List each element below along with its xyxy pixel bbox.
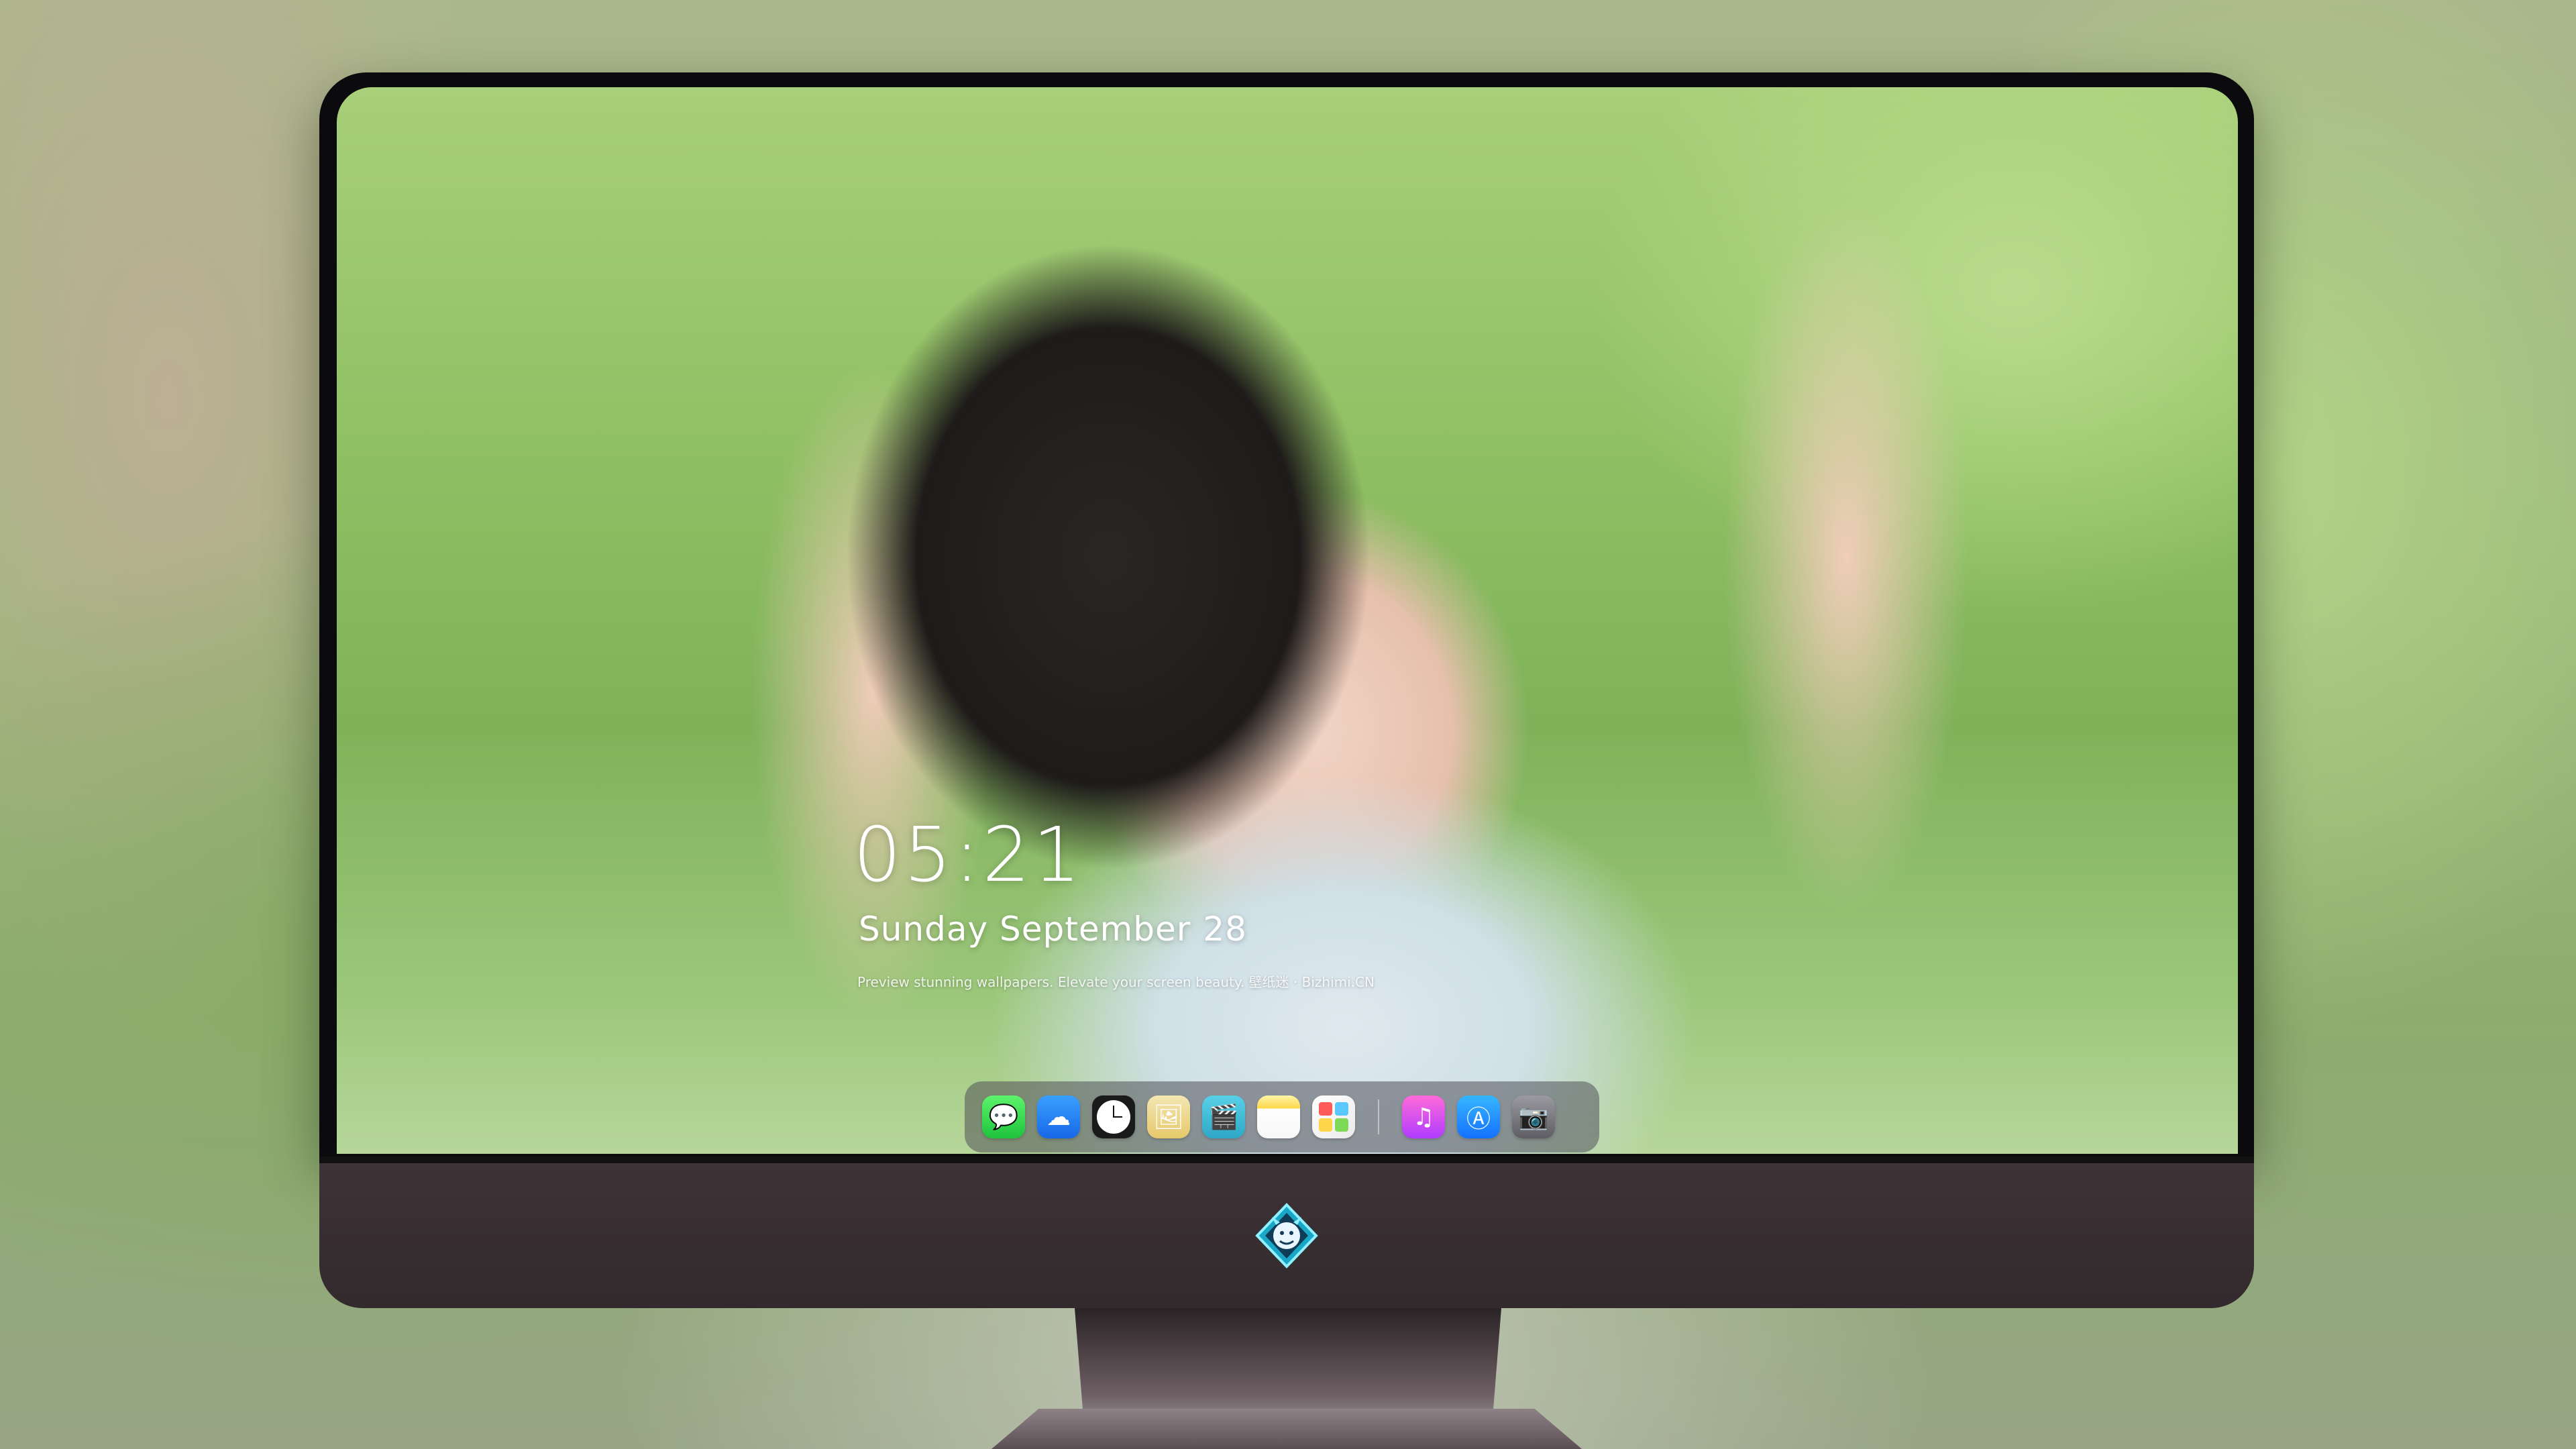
- clapperboard-icon[interactable]: 🎬: [1202, 1095, 1245, 1138]
- clock-icon[interactable]: [1092, 1095, 1135, 1138]
- notes-icon[interactable]: [1257, 1095, 1300, 1138]
- dock: 💬 ☁ 🖼 🎬 ♫ Ⓐ 📷: [965, 1081, 1599, 1152]
- app-store-icon[interactable]: Ⓐ: [1457, 1095, 1500, 1138]
- weather-icon[interactable]: ☁: [1037, 1095, 1080, 1138]
- cloud-icon: ☁: [1046, 1103, 1071, 1131]
- photos-tile: [1319, 1118, 1332, 1132]
- app-store-glyph-icon: Ⓐ: [1466, 1106, 1491, 1133]
- photos-tile: [1335, 1118, 1348, 1132]
- clock-face-icon: [1097, 1100, 1130, 1134]
- dragon-logo-icon: [1255, 1203, 1318, 1269]
- picture-icon: 🖼: [1153, 1104, 1184, 1131]
- photos-tile: [1335, 1102, 1348, 1116]
- preview-icon[interactable]: 🖼: [1147, 1095, 1190, 1138]
- lockscreen-date: Sunday September 28: [859, 910, 1247, 949]
- message-bubble-icon: 💬: [988, 1104, 1019, 1131]
- lockscreen-date-text: Sunday September: [859, 910, 1191, 949]
- lockscreen-day: 28: [1203, 910, 1247, 949]
- music-note-icon: ♫: [1412, 1103, 1435, 1131]
- lockscreen-time: 05:21: [853, 812, 1083, 899]
- photos-grid-icon: [1319, 1102, 1348, 1132]
- monitor-stand-neck: [1075, 1308, 1501, 1415]
- messages-icon[interactable]: 💬: [982, 1095, 1025, 1138]
- camera-glyph-icon: 📷: [1518, 1104, 1549, 1131]
- video-icon: 🎬: [1208, 1104, 1239, 1131]
- photos-tile: [1319, 1102, 1332, 1116]
- monitor-stand-base: [991, 1409, 1582, 1449]
- music-icon[interactable]: ♫: [1402, 1095, 1445, 1138]
- photos-icon[interactable]: [1312, 1095, 1355, 1138]
- desktop-background: 05:21 Sunday September 28 Preview stunnin…: [0, 0, 2576, 1449]
- monitor-screen: 05:21 Sunday September 28 Preview stunnin…: [337, 87, 2238, 1154]
- camera-icon[interactable]: 📷: [1512, 1095, 1555, 1138]
- brand-logo-icon: [1252, 1201, 1322, 1271]
- dock-separator: [1378, 1099, 1379, 1134]
- lockscreen-tagline: Preview stunning wallpapers. Elevate you…: [857, 974, 1375, 990]
